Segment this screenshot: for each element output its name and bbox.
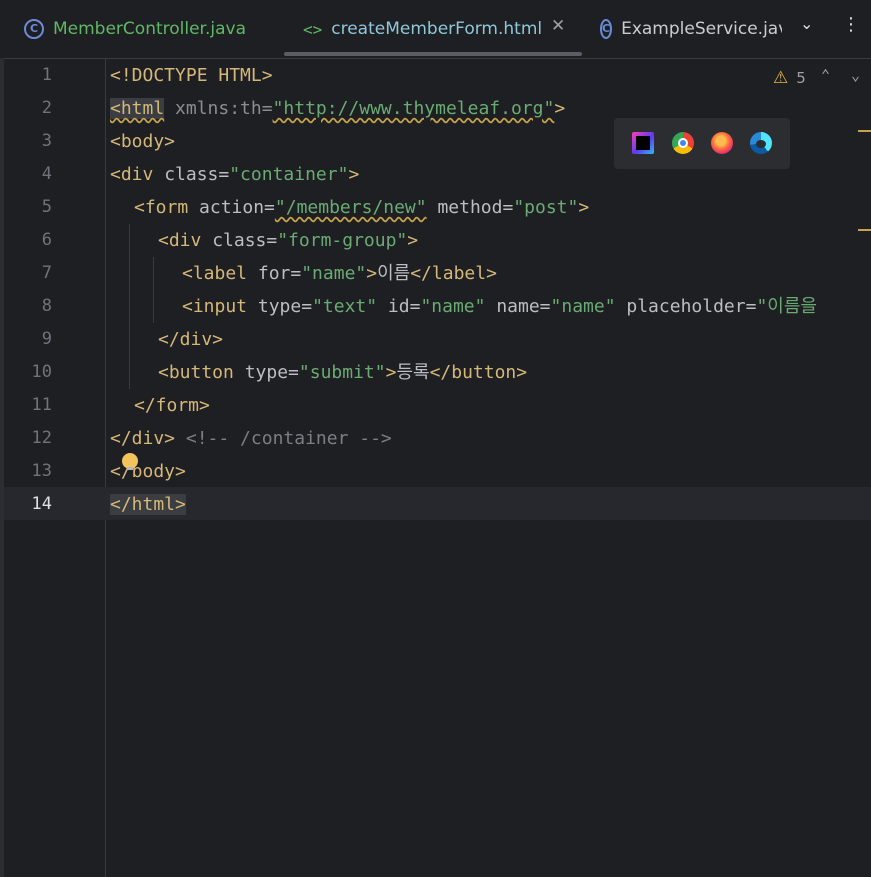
gutter-separator <box>105 58 106 877</box>
code-line-9[interactable]: </div> <box>158 323 223 356</box>
line-number: 6 <box>41 230 52 250</box>
tab-list-chevron-icon[interactable]: ⌄ <box>800 14 813 33</box>
indent-guide <box>153 257 154 323</box>
code-line-8[interactable]: <input type="text" id="name" name="name"… <box>182 290 871 323</box>
open-in-browser-popup <box>614 118 790 169</box>
line-number: 3 <box>41 131 52 151</box>
left-tool-strip <box>0 58 4 877</box>
active-tab-indicator <box>284 52 582 56</box>
tab-member-controller[interactable]: C MemberController.java <box>24 0 246 58</box>
intention-bulb-icon[interactable] <box>122 453 138 470</box>
tab-label: ExampleService.java <box>621 19 782 39</box>
warning-count: 5 <box>796 69 806 87</box>
scrollbar-warning-mark[interactable] <box>858 229 871 231</box>
class-c-icon: C <box>600 19 613 39</box>
code-line-11[interactable]: </form> <box>134 389 210 422</box>
more-options-icon[interactable]: ⋮ <box>842 14 860 35</box>
line-number-current: 14 <box>31 494 52 514</box>
code-line-5[interactable]: <form action="/members/new" method="post… <box>134 191 589 224</box>
inspection-widget[interactable]: ⚠ 5 <box>773 66 806 90</box>
edge-icon[interactable] <box>750 132 772 154</box>
scrollbar-warning-mark[interactable] <box>858 130 871 132</box>
class-c-icon: C <box>24 19 44 39</box>
close-tab-icon[interactable]: ✕ <box>551 16 565 36</box>
next-highlight-icon[interactable]: ⌄ <box>851 66 860 84</box>
chrome-icon[interactable] <box>672 132 694 154</box>
line-number: 4 <box>41 164 52 184</box>
line-number: 8 <box>41 296 52 316</box>
previous-highlight-icon[interactable]: ⌃ <box>821 66 830 84</box>
line-number: 13 <box>31 461 52 481</box>
code-line-10[interactable]: <button type="submit">등록</button> <box>158 356 527 389</box>
line-number: 11 <box>31 395 52 415</box>
line-number: 2 <box>41 98 52 118</box>
code-line-2[interactable]: <html xmlns:th="http://www.thymeleaf.org… <box>110 92 565 125</box>
code-line-4[interactable]: <div class="container"> <box>110 158 359 191</box>
code-line-3[interactable]: <body> <box>110 125 175 158</box>
code-line-14[interactable]: </html> <box>110 488 186 521</box>
tab-example-service[interactable]: C ExampleService.java <box>600 0 782 58</box>
tab-label: createMemberForm.html <box>331 19 543 39</box>
line-number: 10 <box>31 362 52 382</box>
indent-guide <box>129 224 130 389</box>
tab-label: MemberController.java <box>53 19 247 39</box>
editor-tab-bar: C MemberController.java <> createMemberF… <box>0 0 871 59</box>
code-line-1[interactable]: <!DOCTYPE HTML> <box>110 59 273 92</box>
line-number: 9 <box>41 329 52 349</box>
line-number: 5 <box>41 197 52 217</box>
line-number: 7 <box>41 263 52 283</box>
intellij-icon[interactable] <box>632 132 654 154</box>
code-line-6[interactable]: <div class="form-group"> <box>158 224 418 257</box>
warning-icon: ⚠ <box>773 68 789 88</box>
line-number: 1 <box>41 65 52 85</box>
firefox-icon[interactable] <box>711 132 733 154</box>
html-icon: <> <box>303 19 323 39</box>
tab-create-member-form[interactable]: <> createMemberForm.html <box>303 0 542 58</box>
code-line-12[interactable]: </div> <!-- /container --> <box>110 422 392 455</box>
code-line-7[interactable]: <label for="name">이름</label> <box>182 257 497 290</box>
line-number: 12 <box>31 428 52 448</box>
